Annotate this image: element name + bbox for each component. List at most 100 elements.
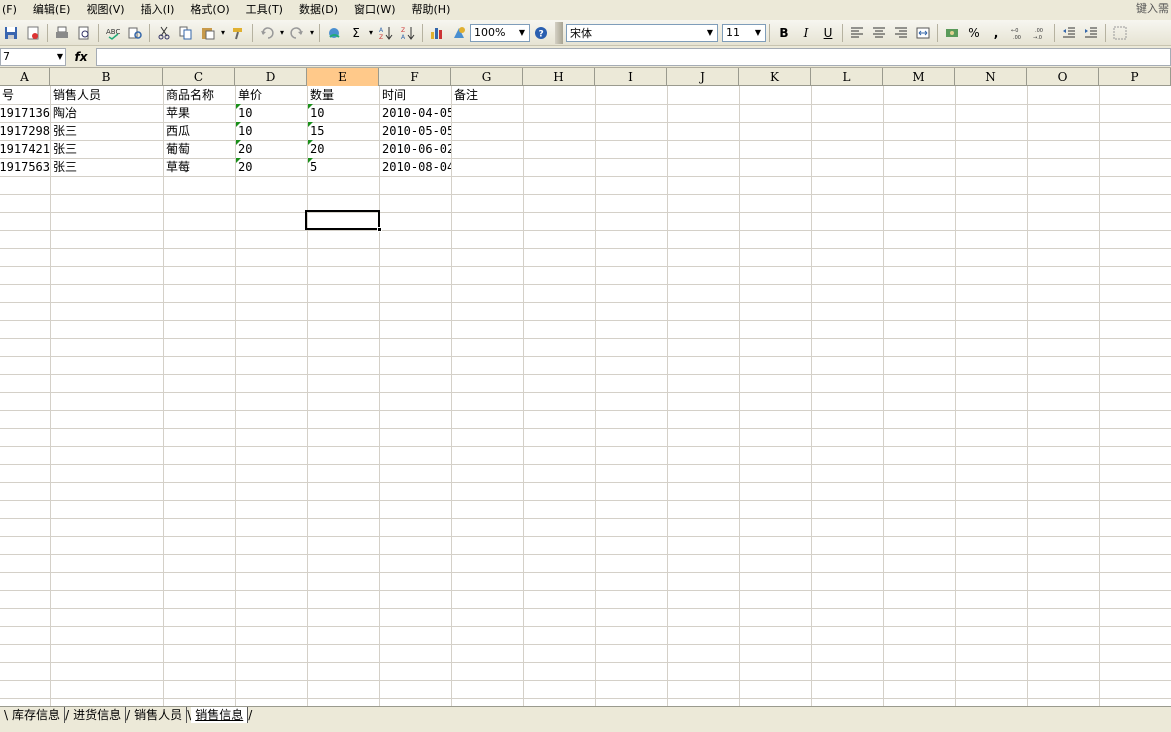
toolbar-grip[interactable] (555, 21, 563, 44)
autosum-dropdown-icon[interactable]: ▾ (367, 28, 375, 37)
zoom-select[interactable]: 100% ▼ (470, 23, 530, 42)
cell-quantity[interactable]: 5 (308, 158, 379, 176)
chevron-down-icon[interactable]: ▼ (57, 49, 63, 65)
name-box[interactable]: 7 ▼ (0, 47, 66, 66)
cell-salesperson[interactable]: 陶冶 (51, 104, 163, 122)
sheet-tab-purchases[interactable]: 进货信息 (69, 707, 127, 723)
drawing-icon[interactable] (449, 23, 469, 43)
sheet-tab-inventory[interactable]: 库存信息 (8, 707, 66, 723)
header-cell-product[interactable]: 商品名称 (164, 86, 235, 104)
menu-file[interactable]: (F) (0, 0, 25, 20)
header-cell-date[interactable]: 时间 (380, 86, 451, 104)
menu-view[interactable]: 视图(V) (78, 0, 132, 20)
italic-button[interactable]: I (796, 23, 816, 43)
chart-wizard-icon[interactable] (427, 23, 447, 43)
column-header-o[interactable]: O (1027, 68, 1099, 86)
column-header-a[interactable]: A (0, 68, 50, 86)
increase-decimal-icon[interactable]: ←0.00 (1008, 23, 1028, 43)
header-cell-id[interactable]: 号 (0, 86, 50, 104)
column-header-e[interactable]: E (307, 68, 379, 86)
cell-salesperson[interactable]: 张三 (51, 158, 163, 176)
column-header-g[interactable]: G (451, 68, 523, 86)
column-header-l[interactable]: L (811, 68, 883, 86)
hyperlink-icon[interactable] (324, 23, 344, 43)
menu-data[interactable]: 数据(D) (291, 0, 346, 20)
redo-dropdown-icon[interactable]: ▾ (308, 28, 316, 37)
column-header-f[interactable]: F (379, 68, 451, 86)
column-header-b[interactable]: B (50, 68, 163, 86)
column-header-m[interactable]: M (883, 68, 955, 86)
align-left-icon[interactable] (847, 23, 867, 43)
permission-icon[interactable] (23, 23, 43, 43)
cell-product[interactable]: 葡萄 (164, 140, 235, 158)
spelling-icon[interactable]: ABC (103, 23, 123, 43)
cut-icon[interactable] (154, 23, 174, 43)
print-icon[interactable] (52, 23, 72, 43)
comma-button[interactable]: , (986, 23, 1006, 43)
cell-price[interactable]: 20 (236, 140, 307, 158)
menu-format[interactable]: 格式(O) (182, 0, 237, 20)
print-preview-icon[interactable] (74, 23, 94, 43)
redo-icon[interactable] (287, 23, 307, 43)
header-cell-remark[interactable]: 备注 (452, 86, 523, 104)
copy-icon[interactable] (176, 23, 196, 43)
sheet-tab-salespeople[interactable]: 销售人员 (130, 707, 188, 723)
cell-id[interactable]: 21917136 (0, 104, 50, 122)
formula-input[interactable] (96, 47, 1171, 66)
font-size-select[interactable]: 11 ▼ (722, 23, 766, 42)
increase-indent-icon[interactable] (1081, 23, 1101, 43)
column-header-d[interactable]: D (235, 68, 307, 86)
header-cell-price[interactable]: 单价 (236, 86, 307, 104)
menu-insert[interactable]: 插入(I) (133, 0, 183, 20)
fill-handle[interactable] (377, 227, 382, 232)
align-right-icon[interactable] (891, 23, 911, 43)
cell-price[interactable]: 10 (236, 122, 307, 140)
cell-quantity[interactable]: 15 (308, 122, 379, 140)
menu-tools[interactable]: 工具(T) (238, 0, 291, 20)
help-search-box[interactable]: 键入需 (1136, 0, 1171, 18)
autosum-icon[interactable]: Σ (346, 23, 366, 43)
cell-date[interactable]: 2010-08-04 (380, 158, 451, 176)
underline-button[interactable]: U (818, 23, 838, 43)
percent-button[interactable]: % (964, 23, 984, 43)
cell-id[interactable]: 21917563 (0, 158, 50, 176)
cell-price[interactable]: 10 (236, 104, 307, 122)
menu-help[interactable]: 帮助(H) (404, 0, 459, 20)
cell-area[interactable]: 号 销售人员 商品名称 单价 数量 时间 备注 21917136 陶冶 苹果 1… (0, 86, 1171, 706)
cell-date[interactable]: 2010-06-02 (380, 140, 451, 158)
decrease-decimal-icon[interactable]: .00 →.0 (1030, 23, 1050, 43)
paste-icon[interactable] (198, 23, 218, 43)
borders-icon[interactable] (1110, 23, 1130, 43)
column-header-j[interactable]: J (667, 68, 739, 86)
column-header-n[interactable]: N (955, 68, 1027, 86)
sort-descending-icon[interactable]: ZA (398, 23, 418, 43)
column-header-h[interactable]: H (523, 68, 595, 86)
research-icon[interactable] (125, 23, 145, 43)
cell-quantity[interactable]: 10 (308, 104, 379, 122)
cell-id[interactable]: 21917421 (0, 140, 50, 158)
help-icon[interactable]: ? (531, 23, 551, 43)
sheet-tab-sales[interactable]: 销售信息 (191, 707, 249, 723)
merge-center-icon[interactable] (913, 23, 933, 43)
insert-function-icon[interactable]: fx (66, 50, 96, 64)
format-painter-icon[interactable] (228, 23, 248, 43)
paste-dropdown-icon[interactable]: ▾ (219, 28, 227, 37)
cell-id[interactable]: 21917298 (0, 122, 50, 140)
align-center-icon[interactable] (869, 23, 889, 43)
currency-icon[interactable] (942, 23, 962, 43)
cell-product[interactable]: 西瓜 (164, 122, 235, 140)
sort-ascending-icon[interactable]: AZ (376, 23, 396, 43)
cell-quantity[interactable]: 20 (308, 140, 379, 158)
column-header-c[interactable]: C (163, 68, 235, 86)
decrease-indent-icon[interactable] (1059, 23, 1079, 43)
menu-window[interactable]: 窗口(W) (346, 0, 403, 20)
header-cell-quantity[interactable]: 数量 (308, 86, 379, 104)
column-header-p[interactable]: P (1099, 68, 1171, 86)
active-cell-selection[interactable] (305, 210, 382, 232)
font-name-select[interactable]: 宋体 ▼ (566, 23, 718, 42)
cell-salesperson[interactable]: 张三 (51, 122, 163, 140)
column-header-k[interactable]: K (739, 68, 811, 86)
cell-price[interactable]: 20 (236, 158, 307, 176)
cell-product[interactable]: 苹果 (164, 104, 235, 122)
save-icon[interactable] (1, 23, 21, 43)
